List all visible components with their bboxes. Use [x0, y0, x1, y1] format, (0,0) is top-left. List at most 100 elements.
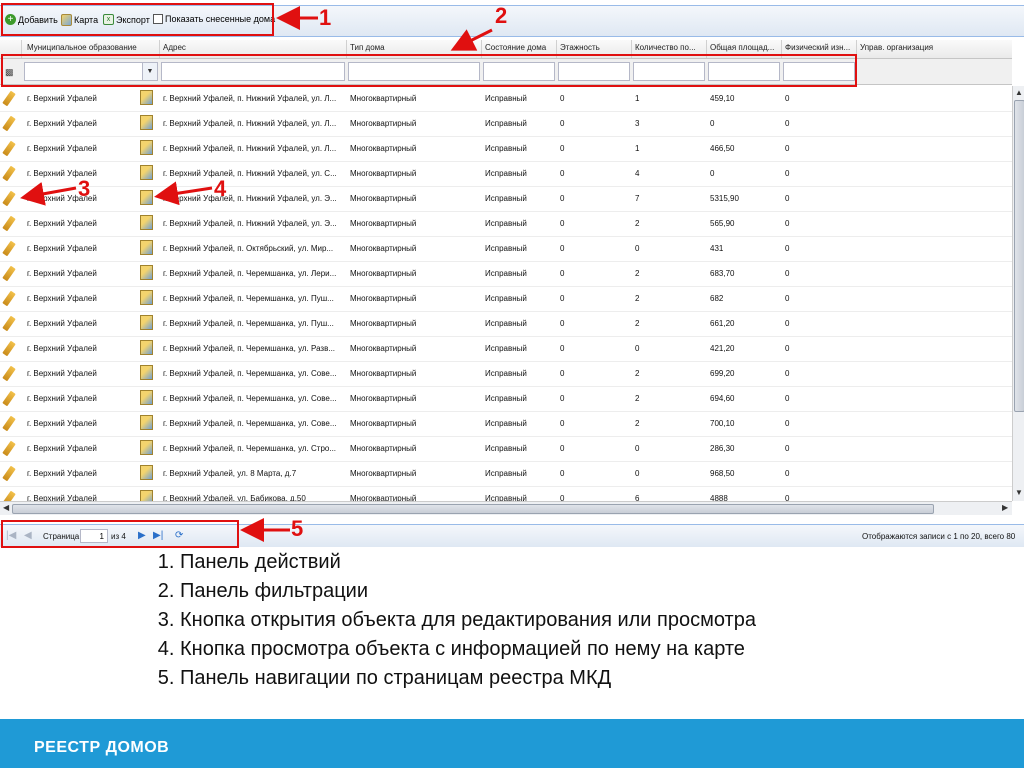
table-row[interactable]: г. Верхний Уфалей г. Верхний Уфалей, п. Н…: [0, 161, 1012, 187]
column-header-wear[interactable]: Физический изн...: [785, 43, 855, 52]
edit-pencil-icon[interactable]: [2, 315, 16, 332]
edit-pencil-icon[interactable]: [2, 440, 16, 457]
table-row[interactable]: г. Верхний Уфалей г. Верхний Уфалей, п. Ч…: [0, 386, 1012, 412]
edit-pencil-icon[interactable]: [2, 265, 16, 282]
map-view-icon[interactable]: [140, 390, 153, 405]
horizontal-scrollbar[interactable]: ◀ ▶: [0, 501, 1012, 515]
table-row[interactable]: г. Верхний Уфалей г. Верхний Уфалей, п. О…: [0, 236, 1012, 262]
cell-municipality: г. Верхний Уфалей: [27, 369, 97, 378]
cell-state: Исправный: [485, 369, 527, 378]
cell-wear: 0: [785, 169, 790, 178]
scroll-left-icon[interactable]: ◀: [3, 503, 9, 512]
edit-pencil-icon[interactable]: [2, 490, 16, 501]
edit-pencil-icon[interactable]: [2, 340, 16, 357]
column-header-management[interactable]: Управ. организация: [860, 43, 1000, 52]
cell-count: 2: [635, 219, 640, 228]
table-row[interactable]: г. Верхний Уфалей г. Верхний Уфалей, п. Ч…: [0, 411, 1012, 437]
table-row[interactable]: г. Верхний Уфалей г. Верхний Уфалей, п. Н…: [0, 136, 1012, 162]
cell-house-type: Многоквартирный: [350, 244, 417, 253]
horizontal-scroll-thumb[interactable]: [12, 504, 934, 514]
column-header-state[interactable]: Состояние дома: [485, 43, 555, 52]
edit-pencil-icon[interactable]: [2, 365, 16, 382]
vertical-scroll-thumb[interactable]: [1014, 100, 1024, 412]
edit-pencil-icon[interactable]: [2, 190, 16, 207]
table-row[interactable]: г. Верхний Уфалей г. Верхний Уфалей, п. Ч…: [0, 436, 1012, 462]
cell-municipality: г. Верхний Уфалей: [27, 419, 97, 428]
cell-wear: 0: [785, 219, 790, 228]
edit-pencil-icon[interactable]: [2, 240, 16, 257]
table-row[interactable]: г. Верхний Уфалей г. Верхний Уфалей, п. Н…: [0, 111, 1012, 137]
cell-area: 4888: [710, 494, 728, 501]
map-view-icon[interactable]: [140, 140, 153, 155]
map-view-icon[interactable]: [140, 290, 153, 305]
map-view-icon[interactable]: [140, 215, 153, 230]
cell-wear: 0: [785, 469, 790, 478]
table-row[interactable]: г. Верхний Уфалей г. Верхний Уфалей, п. Ч…: [0, 311, 1012, 337]
cell-municipality: г. Верхний Уфалей: [27, 319, 97, 328]
table-row[interactable]: г. Верхний Уфалей г. Верхний Уфалей, п. Н…: [0, 186, 1012, 212]
column-header-house-type[interactable]: Тип дома: [350, 43, 478, 52]
map-view-icon[interactable]: [140, 165, 153, 180]
map-view-icon[interactable]: [140, 240, 153, 255]
table-row[interactable]: г. Верхний Уфалей г. Верхний Уфалей, ул. …: [0, 486, 1012, 501]
column-header-count[interactable]: Количество по...: [635, 43, 705, 52]
map-view-icon[interactable]: [140, 440, 153, 455]
cell-house-type: Многоквартирный: [350, 494, 417, 501]
map-view-icon[interactable]: [140, 465, 153, 480]
table-row[interactable]: г. Верхний Уфалей г. Верхний Уфалей, п. Н…: [0, 86, 1012, 112]
cell-address: г. Верхний Уфалей, п. Нижний Уфалей, ул.…: [163, 169, 337, 178]
edit-pencil-icon[interactable]: [2, 90, 16, 107]
edit-pencil-icon[interactable]: [2, 465, 16, 482]
edit-pencil-icon[interactable]: [2, 390, 16, 407]
cell-wear: 0: [785, 144, 790, 153]
table-row[interactable]: г. Верхний Уфалей г. Верхний Уфалей, ул. …: [0, 461, 1012, 487]
note-item: Панель фильтрации: [180, 577, 756, 606]
cell-wear: 0: [785, 244, 790, 253]
cell-address: г. Верхний Уфалей, п. Нижний Уфалей, ул.…: [163, 119, 337, 128]
column-header-municipality[interactable]: Муниципальное образование: [27, 43, 157, 52]
cell-address: г. Верхний Уфалей, п. Черемшанка, ул. Пу…: [163, 294, 334, 303]
cell-area: 421,20: [710, 344, 735, 353]
column-header-area[interactable]: Общая площад...: [710, 43, 780, 52]
scroll-down-icon[interactable]: ▼: [1015, 488, 1023, 497]
map-view-icon[interactable]: [140, 415, 153, 430]
cell-floors: 0: [560, 169, 565, 178]
edit-pencil-icon[interactable]: [2, 115, 16, 132]
map-view-icon[interactable]: [140, 265, 153, 280]
scroll-right-icon[interactable]: ▶: [1002, 503, 1008, 512]
edit-pencil-icon[interactable]: [2, 165, 16, 182]
table-row[interactable]: г. Верхний Уфалей г. Верхний Уфалей, п. Ч…: [0, 361, 1012, 387]
cell-address: г. Верхний Уфалей, п. Черемшанка, ул. Ст…: [163, 444, 337, 453]
table-row[interactable]: г. Верхний Уфалей г. Верхний Уфалей, п. Ч…: [0, 286, 1012, 312]
map-view-icon[interactable]: [140, 365, 153, 380]
cell-count: 2: [635, 369, 640, 378]
table-row[interactable]: г. Верхний Уфалей г. Верхний Уфалей, п. Ч…: [0, 261, 1012, 287]
table-row[interactable]: г. Верхний Уфалей г. Верхний Уфалей, п. Ч…: [0, 336, 1012, 362]
map-view-icon[interactable]: [140, 90, 153, 105]
cell-wear: 0: [785, 394, 790, 403]
cell-area: 0: [710, 169, 715, 178]
column-header-address[interactable]: Адрес: [163, 43, 343, 52]
edit-pencil-icon[interactable]: [2, 215, 16, 232]
cell-floors: 0: [560, 494, 565, 501]
edit-pencil-icon[interactable]: [2, 140, 16, 157]
table-row[interactable]: г. Верхний Уфалей г. Верхний Уфалей, п. Н…: [0, 211, 1012, 237]
cell-floors: 0: [560, 219, 565, 228]
map-view-icon[interactable]: [140, 115, 153, 130]
vertical-scrollbar[interactable]: ▲ ▼: [1012, 86, 1024, 501]
map-view-icon[interactable]: [140, 340, 153, 355]
map-view-icon[interactable]: [140, 190, 153, 205]
map-view-icon[interactable]: [140, 315, 153, 330]
scroll-up-icon[interactable]: ▲: [1015, 88, 1023, 97]
cell-floors: 0: [560, 119, 565, 128]
cell-count: 0: [635, 244, 640, 253]
cell-address: г. Верхний Уфалей, п. Нижний Уфалей, ул.…: [163, 194, 337, 203]
edit-pencil-icon[interactable]: [2, 290, 16, 307]
map-view-icon[interactable]: [140, 490, 153, 501]
cell-wear: 0: [785, 344, 790, 353]
edit-pencil-icon[interactable]: [2, 415, 16, 432]
cell-floors: 0: [560, 294, 565, 303]
cell-address: г. Верхний Уфалей, п. Черемшанка, ул. Со…: [163, 394, 337, 403]
note-item: Кнопка открытия объекта для редактирован…: [180, 606, 756, 635]
column-header-floors[interactable]: Этажность: [560, 43, 630, 52]
